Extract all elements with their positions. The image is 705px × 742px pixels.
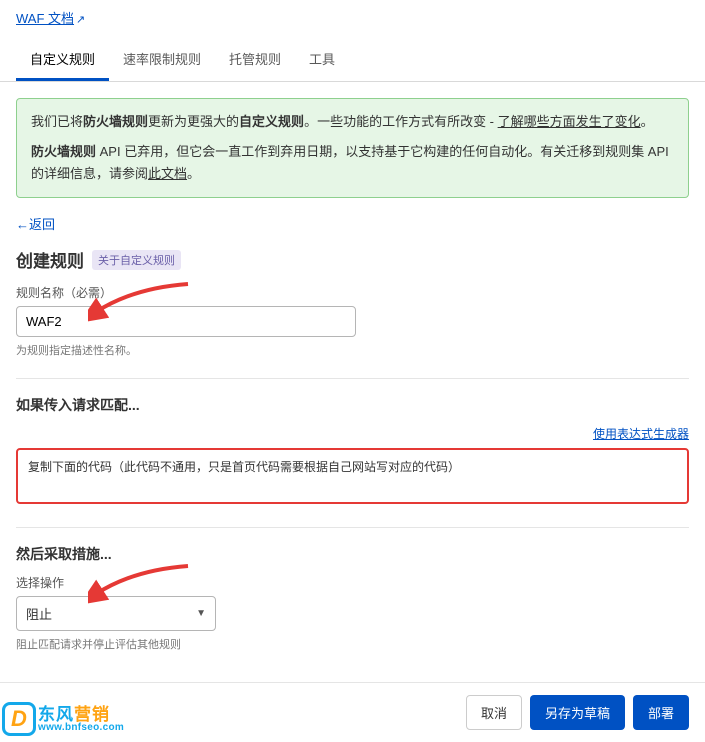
- deploy-button[interactable]: 部署: [633, 695, 689, 730]
- tab-rate-limit[interactable]: 速率限制规则: [109, 39, 215, 81]
- create-rule-title: 创建规则 关于自定义规则: [16, 247, 689, 272]
- action-section-title: 然后采取措施...: [16, 544, 689, 564]
- watermark: D 东风营销 www.bnfseo.com: [2, 702, 124, 736]
- back-link[interactable]: ←返回: [16, 214, 689, 233]
- match-section-title: 如果传入请求匹配...: [16, 395, 689, 415]
- notice-changes-link[interactable]: 了解哪些方面发生了变化: [498, 114, 641, 129]
- rule-name-label: 规则名称（必需）: [16, 284, 689, 301]
- tab-bar: 自定义规则 速率限制规则 托管规则 工具: [0, 39, 705, 82]
- waf-doc-link[interactable]: WAF 文档↗: [0, 0, 705, 27]
- action-helper: 阻止匹配请求并停止评估其他规则: [16, 636, 689, 652]
- save-draft-button[interactable]: 另存为草稿: [530, 695, 625, 730]
- rule-name-helper: 为规则指定描述性名称。: [16, 342, 689, 358]
- tab-tools[interactable]: 工具: [295, 39, 349, 81]
- expression-builder-link[interactable]: 使用表达式生成器: [593, 427, 689, 441]
- watermark-logo-icon: D: [2, 702, 36, 736]
- info-notice: 我们已将防火墙规则更新为更强大的自定义规则。一些功能的工作方式有所改变 - 了解…: [16, 98, 689, 198]
- about-custom-rules-badge[interactable]: 关于自定义规则: [92, 250, 181, 270]
- tab-custom-rules[interactable]: 自定义规则: [16, 39, 109, 81]
- notice-doc-link[interactable]: 此文档: [148, 166, 187, 181]
- action-select[interactable]: 阻止 ▼: [16, 596, 216, 631]
- external-link-icon: ↗: [76, 13, 85, 26]
- expression-textarea[interactable]: [16, 448, 689, 504]
- rule-name-input[interactable]: [16, 306, 356, 337]
- chevron-down-icon: ▼: [196, 608, 206, 619]
- cancel-button[interactable]: 取消: [466, 695, 522, 730]
- action-select-label: 选择操作: [16, 574, 689, 591]
- tab-managed-rules[interactable]: 托管规则: [215, 39, 295, 81]
